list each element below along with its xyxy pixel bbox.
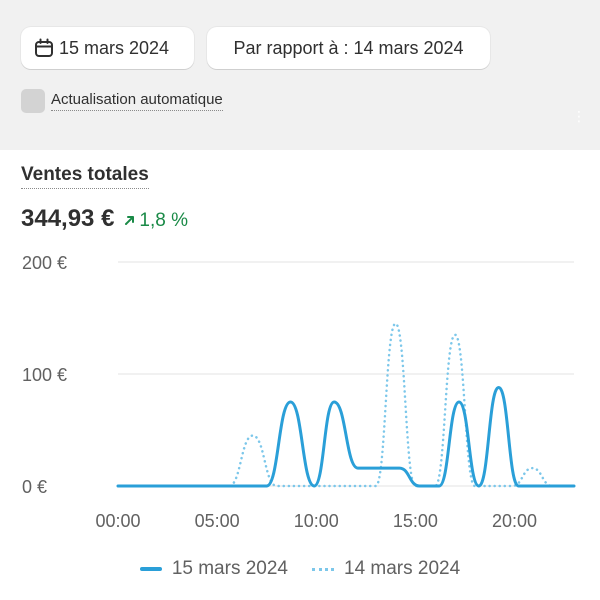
legend-swatch-dotted bbox=[312, 567, 334, 571]
sales-line-chart: 0 € 100 € 200 € 00:00 05:00 10:00 15:00 20:00 bbox=[22, 253, 576, 531]
x-tick-label: 15:00 bbox=[393, 511, 438, 531]
x-tick-label: 00:00 bbox=[95, 511, 140, 531]
date-label: 15 mars 2024 bbox=[59, 37, 170, 58]
legend-item-previous[interactable]: 14 mars 2024 bbox=[312, 558, 460, 580]
more-icon[interactable]: ⋮ bbox=[572, 108, 586, 125]
y-tick-label: 100 € bbox=[22, 365, 67, 385]
y-tick-label: 200 € bbox=[22, 253, 67, 273]
auto-refresh-row: Actualisation automatique bbox=[21, 89, 223, 113]
x-tick-label: 20:00 bbox=[492, 511, 537, 531]
compare-label: Par rapport à : 14 mars 2024 bbox=[233, 37, 464, 58]
metric-delta: 1,8 % bbox=[124, 210, 188, 232]
auto-refresh-label[interactable]: Actualisation automatique bbox=[51, 91, 223, 111]
legend-label-current: 15 mars 2024 bbox=[171, 558, 288, 579]
date-picker-button[interactable]: 15 mars 2024 bbox=[21, 27, 194, 69]
y-tick-label: 0 € bbox=[22, 477, 47, 497]
metric-delta-value: 1,8 % bbox=[139, 210, 189, 231]
series-line-current bbox=[116, 385, 576, 488]
legend-label-previous: 14 mars 2024 bbox=[344, 558, 461, 579]
x-tick-label: 10:00 bbox=[294, 511, 339, 531]
calendar-icon bbox=[35, 38, 53, 57]
metric-row: 344,93 € 1,8 % bbox=[21, 205, 188, 233]
auto-refresh-checkbox[interactable] bbox=[21, 89, 45, 113]
chart-legend: 15 mars 2024 14 mars 2024 bbox=[0, 558, 600, 580]
arrow-up-right-icon bbox=[125, 216, 135, 225]
legend-item-current[interactable]: 15 mars 2024 bbox=[139, 558, 288, 580]
legend-swatch-solid bbox=[139, 567, 162, 571]
metric-value: 344,93 € bbox=[21, 205, 115, 232]
compare-date-button[interactable]: Par rapport à : 14 mars 2024 bbox=[207, 27, 490, 69]
metric-title[interactable]: Ventes totales bbox=[21, 164, 149, 189]
x-tick-label: 05:00 bbox=[195, 511, 240, 531]
top-toolbar: 15 mars 2024 Par rapport à : 14 mars 202… bbox=[0, 0, 600, 150]
